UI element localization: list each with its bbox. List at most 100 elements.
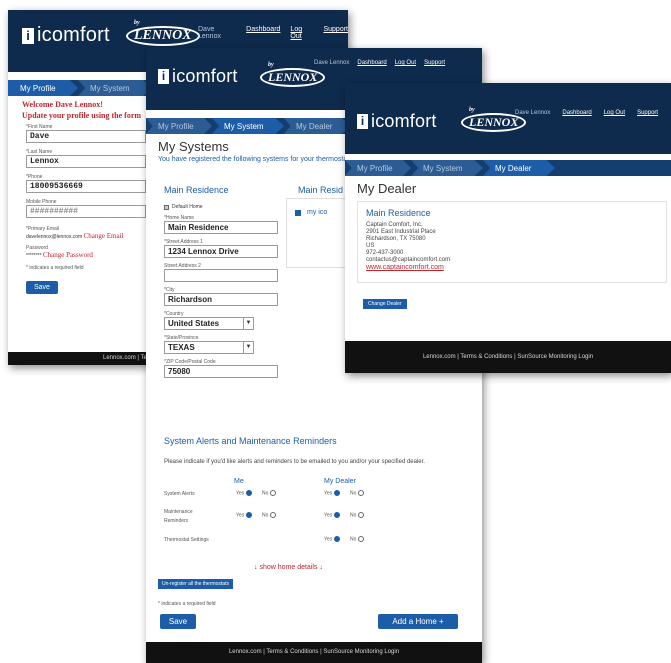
tab-profile[interactable]: My Profile [146, 118, 212, 134]
tab-profile[interactable]: My Profile [345, 160, 411, 176]
top-nav: Dave Lennox Dashboard Log Out Support [515, 110, 658, 116]
required-note: * indicates a required field [26, 265, 84, 271]
email-value: davelennox@lennox.com [26, 234, 83, 240]
dealer-footer: Lennox.com | Terms & Conditions | SunSou… [345, 341, 671, 373]
row-label: Maintenance Reminders [164, 509, 193, 524]
change-email-link[interactable]: Change Email [84, 232, 124, 240]
dealer-address2: Richardson, TX 75080 [366, 236, 426, 242]
alerts-intro: Please indicate if you'd like alerts and… [164, 459, 425, 465]
dealer-yes[interactable]: Yes [324, 512, 340, 518]
support-link[interactable]: Support [637, 110, 658, 116]
radio-icon [333, 490, 340, 496]
dealer-name: Captain Comfort, Inc. [366, 222, 423, 228]
col-dealer: My Dealer [324, 478, 356, 485]
tab-system[interactable]: My System [212, 118, 284, 134]
state-select[interactable]: TEXAS ▼ [164, 341, 254, 354]
street1-field[interactable]: 1234 Lennox Drive [164, 245, 278, 258]
logout-link[interactable]: Log Out [290, 26, 313, 40]
user-name: Dave Lennox [314, 60, 350, 66]
tab-system[interactable]: My System [411, 160, 483, 176]
icomfort-logo: i icomfort [158, 66, 238, 87]
house-icon: i [158, 69, 169, 84]
logout-link[interactable]: Log Out [604, 110, 625, 116]
dealer-no[interactable]: No [350, 512, 364, 518]
radio-icon [245, 512, 252, 518]
dealer-yes[interactable]: Yes [324, 490, 340, 496]
col-me: Me [234, 478, 244, 485]
home-title-2: Main Resid [298, 185, 344, 195]
country-value: United States [164, 317, 244, 330]
user-name: Dave Lennox [198, 26, 221, 40]
dealer-header: i icomfort by LENNOX Dave Lennox Dashboa… [345, 83, 671, 154]
dashboard-link[interactable]: Dashboard [357, 60, 386, 66]
radio-icon [333, 512, 340, 518]
lennox-logo: by LENNOX [126, 20, 200, 46]
city-field[interactable]: Richardson [164, 293, 278, 306]
me-yes[interactable]: Yes [236, 490, 252, 496]
me-no[interactable]: No [262, 490, 276, 496]
tab-dealer[interactable]: My Dealer [483, 160, 555, 176]
last-name-field[interactable]: Lennox [26, 155, 146, 168]
email-row: davelennox@lennox.com Change Email [26, 232, 166, 240]
tab-system[interactable]: My System [78, 80, 152, 96]
dashboard-link[interactable]: Dashboard [246, 26, 280, 40]
home-name-field[interactable]: Main Residence [164, 221, 278, 234]
dealer-no[interactable]: No [350, 536, 364, 542]
dashboard-link[interactable]: Dashboard [562, 110, 591, 116]
add-home-button[interactable]: Add a Home + [378, 614, 458, 629]
password-row: ******** Change Password [26, 251, 166, 259]
support-link[interactable]: Support [424, 60, 445, 66]
alert-row-system: System Alerts Yes No Yes No [164, 488, 464, 502]
radio-icon [269, 512, 276, 518]
brand-name: icomfort [37, 24, 110, 46]
radio-icon [357, 536, 364, 542]
systems-title: My Systems [158, 139, 229, 154]
tab-profile[interactable]: My Profile [8, 80, 78, 96]
country-select[interactable]: United States ▼ [164, 317, 254, 330]
dealer-no[interactable]: No [350, 490, 364, 496]
alert-row-thermostat: Thermostat Settings Yes No [164, 534, 464, 548]
alert-row-maintenance: Maintenance Reminders Yes No Yes No [164, 506, 464, 532]
change-password-link[interactable]: Change Password [43, 251, 93, 259]
show-home-details-link[interactable]: ↓ show home details ↓ [254, 564, 323, 571]
brand-name: icomfort [172, 66, 238, 86]
profile-form: *First Name Dave *Last Name Lennox *Phon… [26, 124, 166, 294]
chevron-down-icon: ▼ [244, 317, 254, 330]
dealer-card: Main Residence Captain Comfort, Inc. 290… [357, 201, 667, 283]
support-link[interactable]: Support [323, 26, 348, 40]
dealer-window: i icomfort by LENNOX Dave Lennox Dashboa… [345, 83, 671, 373]
user-name: Dave Lennox [515, 110, 551, 116]
unregister-button[interactable]: Un-register all the thermostats [158, 579, 233, 589]
icomfort-logo: i icomfort [357, 111, 437, 132]
dealer-address1: 2901 East Industrial Place [366, 229, 436, 235]
home-title: Main Residence [164, 185, 229, 195]
phone-field[interactable]: 18009536669 [26, 180, 146, 193]
first-name-field[interactable]: Dave [26, 130, 146, 143]
logout-link[interactable]: Log Out [395, 60, 416, 66]
me-no[interactable]: No [262, 512, 276, 518]
brand-name: icomfort [371, 111, 437, 131]
row-label: System Alerts [164, 491, 195, 497]
checkbox-icon[interactable] [164, 204, 169, 210]
state-value: TEXAS [164, 341, 244, 354]
dealer-website-link[interactable]: www.captaincomfort.com [366, 264, 658, 271]
street2-field[interactable] [164, 269, 278, 282]
systems-save-button[interactable]: Save [160, 614, 196, 629]
dealer-country: US [366, 243, 375, 249]
chevron-down-icon: ▼ [244, 341, 254, 354]
zip-field[interactable]: 75080 [164, 365, 278, 378]
profile-save-button[interactable]: Save [26, 281, 58, 294]
change-dealer-button[interactable]: Change Dealer [363, 299, 407, 309]
mobile-field[interactable]: ########## [26, 205, 146, 218]
icomfort-logo: i icomfort [22, 24, 110, 47]
dealer-yes[interactable]: Yes [324, 536, 340, 542]
me-yes[interactable]: Yes [236, 512, 252, 518]
alerts-table: System Alerts Yes No Yes No Maintenance … [164, 488, 464, 548]
tab-dealer[interactable]: My Dealer [284, 118, 350, 134]
top-nav: Dave Lennox Dashboard Log Out Support [198, 26, 348, 40]
dealer-phone: 972-437-3000 [366, 250, 404, 256]
radio-icon [269, 490, 276, 496]
radio-icon [333, 536, 340, 542]
row-label: Thermostat Settings [164, 537, 209, 543]
required-note: * indicates a required field [158, 601, 216, 607]
